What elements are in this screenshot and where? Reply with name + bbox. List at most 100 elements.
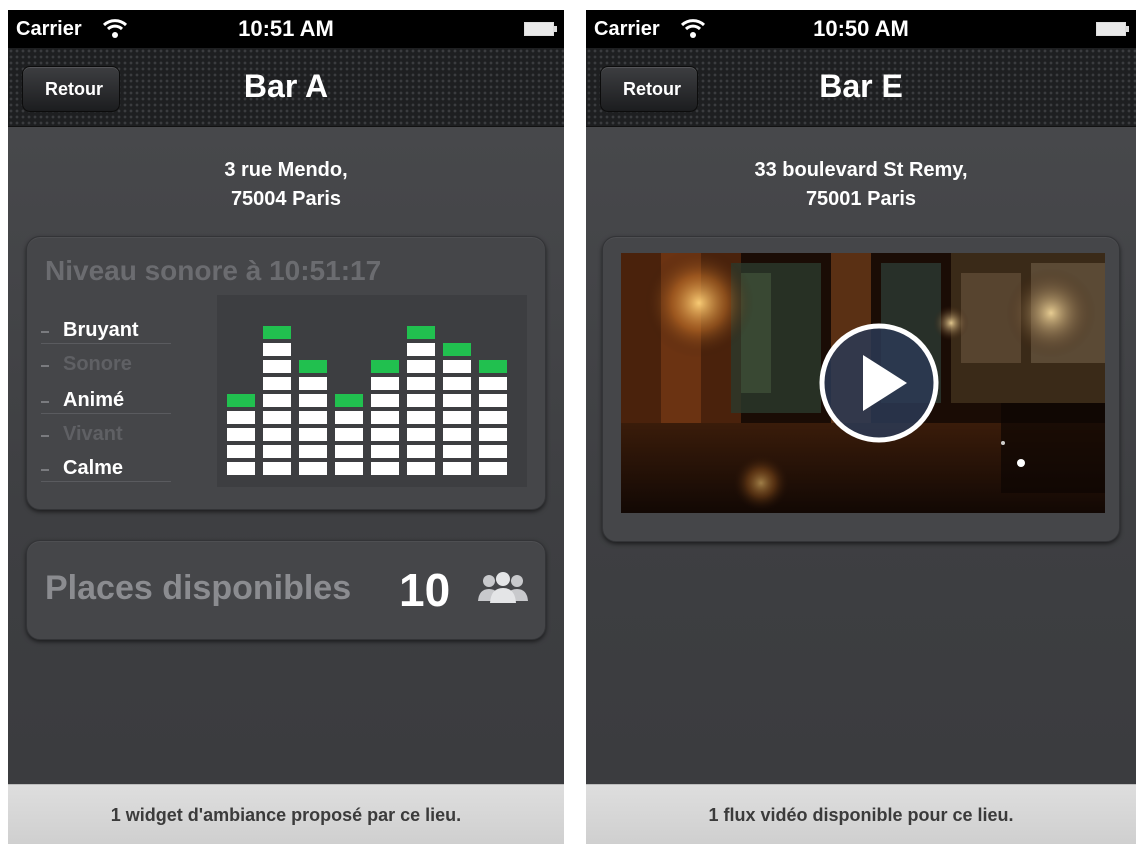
address-line-2: 75004 Paris xyxy=(230,188,342,210)
status-bar: Carrier 10:51 AM xyxy=(8,10,564,48)
equalizer-segment xyxy=(407,445,435,458)
equalizer-peak-segment xyxy=(407,326,435,339)
equalizer-segment xyxy=(479,462,507,475)
equalizer-segment xyxy=(299,445,327,458)
level-baseline xyxy=(41,343,171,344)
equalizer-segment xyxy=(263,394,291,407)
venue-address: 33 boulevard St Remy, 75001 Paris xyxy=(586,156,1136,214)
sound-widget-title: Niveau sonore à 10:51:17 xyxy=(45,255,382,286)
equalizer-segment xyxy=(371,377,399,390)
equalizer-segment xyxy=(479,428,507,441)
level-label-bruyant: Bruyant xyxy=(63,319,139,341)
equalizer-segment xyxy=(335,411,363,424)
video-stream-widget xyxy=(602,236,1120,542)
available-places-widget: Places disponibles 10 xyxy=(26,540,546,640)
equalizer-segment xyxy=(263,428,291,441)
equalizer-peak-segment xyxy=(227,394,255,407)
equalizer-segment xyxy=(407,428,435,441)
footer-info: 1 widget d'ambiance proposé par ce lieu. xyxy=(8,784,564,844)
level-tick xyxy=(41,469,49,471)
equalizer-segment xyxy=(263,343,291,356)
equalizer-segment xyxy=(479,445,507,458)
people-icon xyxy=(478,572,528,603)
equalizer-segment xyxy=(227,411,255,424)
equalizer-segment xyxy=(443,360,471,373)
status-bar: Carrier 10:50 AM xyxy=(586,10,1136,48)
page-title: Bar A xyxy=(243,68,329,104)
equalizer-segment xyxy=(335,445,363,458)
play-icon[interactable] xyxy=(819,323,939,443)
address-line-1: 3 rue Mendo, xyxy=(224,159,348,181)
equalizer-segment xyxy=(299,462,327,475)
equalizer-segment xyxy=(227,462,255,475)
equalizer-segment xyxy=(371,394,399,407)
footer-info: 1 flux vidéo disponible pour ce lieu. xyxy=(586,784,1136,844)
battery-icon xyxy=(524,22,557,36)
equalizer-segment xyxy=(299,411,327,424)
equalizer-segment xyxy=(335,462,363,475)
places-count: 10 xyxy=(399,564,451,616)
equalizer-segment xyxy=(371,428,399,441)
equalizer-segment xyxy=(263,445,291,458)
level-label-vivant: Vivant xyxy=(63,423,123,445)
level-tick xyxy=(41,331,49,333)
video-player[interactable] xyxy=(621,253,1105,513)
equalizer-segment xyxy=(263,411,291,424)
equalizer-segment xyxy=(371,411,399,424)
level-baseline xyxy=(41,413,171,414)
battery-icon xyxy=(1096,22,1129,36)
navigation-bar: Retour Bar A xyxy=(8,48,564,127)
level-tick xyxy=(41,365,49,367)
equalizer-segment xyxy=(479,394,507,407)
equalizer-segment xyxy=(407,360,435,373)
phone-screen-bar-a: Carrier 10:51 AM Retour Bar A 3 rue Mend… xyxy=(8,10,564,844)
equalizer-segment xyxy=(443,394,471,407)
equalizer-peak-segment xyxy=(479,360,507,373)
equalizer-segment xyxy=(299,377,327,390)
equalizer-peak-segment xyxy=(263,326,291,339)
level-tick xyxy=(41,401,49,403)
equalizer-peak-segment xyxy=(371,360,399,373)
navigation-bar: Retour Bar E xyxy=(586,48,1136,127)
equalizer-peak-segment xyxy=(335,394,363,407)
venue-address: 3 rue Mendo, 75004 Paris xyxy=(8,156,564,214)
equalizer-segment xyxy=(263,360,291,373)
equalizer-segment xyxy=(299,394,327,407)
equalizer-segment xyxy=(371,445,399,458)
level-label-sonore: Sonore xyxy=(63,353,132,375)
address-line-2: 75001 Paris xyxy=(805,188,917,210)
equalizer-segment xyxy=(407,394,435,407)
page-title: Bar E xyxy=(819,68,903,104)
equalizer-segment xyxy=(407,377,435,390)
equalizer-segment xyxy=(227,445,255,458)
equalizer-segment xyxy=(263,462,291,475)
equalizer-segment xyxy=(227,428,255,441)
level-label-calme: Calme xyxy=(63,457,124,479)
equalizer-segment xyxy=(263,377,291,390)
equalizer-peak-segment xyxy=(443,343,471,356)
equalizer-segment xyxy=(443,428,471,441)
equalizer-segment xyxy=(443,462,471,475)
status-time: 10:51 AM xyxy=(238,16,334,41)
equalizer-segment xyxy=(335,428,363,441)
equalizer-segment xyxy=(443,411,471,424)
equalizer-segment xyxy=(407,411,435,424)
equalizer-segment xyxy=(299,428,327,441)
equalizer-segment xyxy=(407,343,435,356)
equalizer-segment xyxy=(479,377,507,390)
equalizer-segment xyxy=(443,445,471,458)
level-tick xyxy=(41,435,49,437)
status-time: 10:50 AM xyxy=(813,16,909,41)
sound-level-widget: Niveau sonore à 10:51:17 Bruyant Sonore … xyxy=(26,236,546,510)
address-line-1: 33 boulevard St Remy, xyxy=(754,159,968,181)
phone-screen-bar-e: Carrier 10:50 AM Retour Bar E 33 bouleva… xyxy=(586,10,1136,844)
equalizer-segment xyxy=(371,462,399,475)
level-baseline xyxy=(41,481,171,482)
equalizer-segment xyxy=(407,462,435,475)
equalizer-peak-segment xyxy=(299,360,327,373)
equalizer-panel xyxy=(217,295,527,487)
equalizer-segment xyxy=(479,411,507,424)
places-label: Places disponibles xyxy=(45,569,352,607)
equalizer-segment xyxy=(443,377,471,390)
level-label-anime: Animé xyxy=(63,389,125,411)
